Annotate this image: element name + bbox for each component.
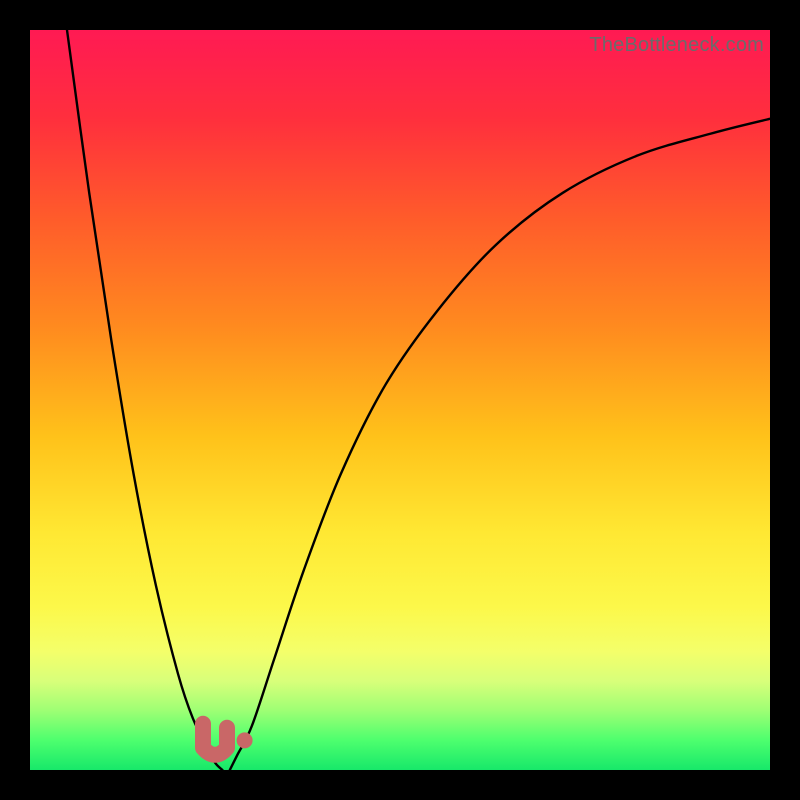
curve-layer <box>30 30 770 770</box>
right-curve <box>230 119 770 770</box>
plot-area: TheBottleneck.com <box>30 30 770 770</box>
u-blob-marker <box>203 724 227 755</box>
left-curve <box>67 30 222 770</box>
watermark-text: TheBottleneck.com <box>589 34 764 57</box>
dot-marker <box>237 732 253 748</box>
